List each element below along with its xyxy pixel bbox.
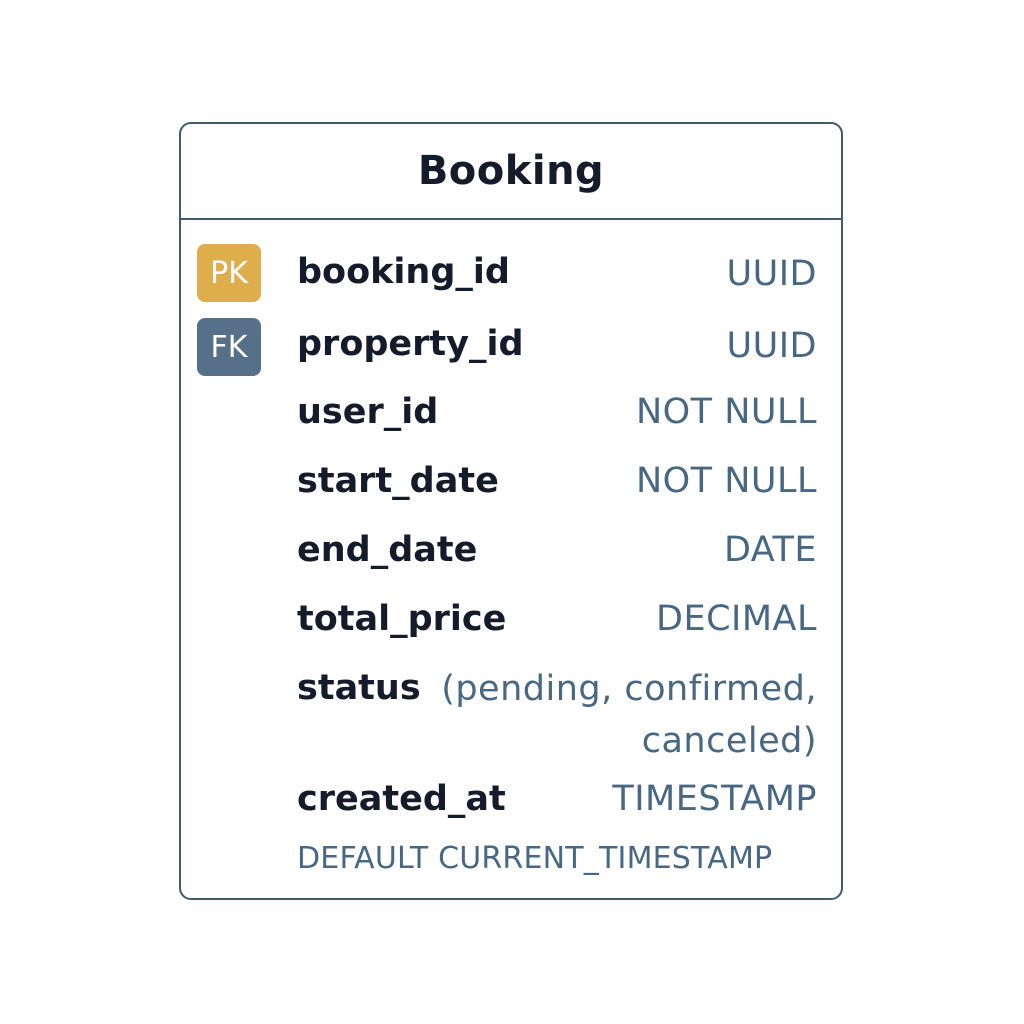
field-row-created-at: created_at TIMESTAMP DEFAULT CURRENT_TIM…	[181, 779, 841, 889]
field-name: start_date	[297, 461, 499, 501]
field-name: user_id	[297, 392, 439, 432]
primary-key-badge: PK	[197, 244, 261, 302]
field-name: property_id	[297, 324, 524, 364]
field-row-booking-id: PK booking_id UUID	[181, 244, 841, 304]
field-row-user-id: user_id NOT NULL	[181, 392, 841, 442]
entity-title: Booking	[417, 148, 605, 194]
entity-header: Booking	[181, 124, 841, 220]
field-type: NOT NULL	[635, 392, 817, 432]
field-row-end-date: end_date DATE	[181, 530, 841, 580]
foreign-key-badge: FK	[197, 318, 261, 376]
field-type: (pending, confirmed, canceled)	[441, 669, 817, 761]
field-type: UUID	[726, 254, 817, 294]
field-type: DATE	[723, 530, 817, 570]
field-type: TIMESTAMP	[612, 779, 817, 819]
field-row-property-id: FK property_id UUID	[181, 318, 841, 378]
field-row-total-price: total_price DECIMAL	[181, 599, 841, 649]
field-name: booking_id	[297, 252, 510, 292]
field-name: status	[297, 668, 421, 708]
field-row-start-date: start_date NOT NULL	[181, 461, 841, 511]
entity-booking: Booking PK booking_id UUID FK property_i…	[179, 122, 843, 900]
field-type: DECIMAL	[656, 599, 817, 639]
field-name: end_date	[297, 530, 478, 570]
field-default-value: DEFAULT CURRENT_TIMESTAMP	[297, 841, 773, 876]
field-type: UUID	[726, 326, 817, 366]
field-type: NOT NULL	[635, 461, 817, 501]
field-row-status: status (pending, confirmed, canceled)	[181, 668, 841, 778]
diagram-canvas: Booking PK booking_id UUID FK property_i…	[0, 0, 1024, 1024]
field-name: created_at	[297, 779, 506, 819]
field-name: total_price	[297, 599, 507, 639]
